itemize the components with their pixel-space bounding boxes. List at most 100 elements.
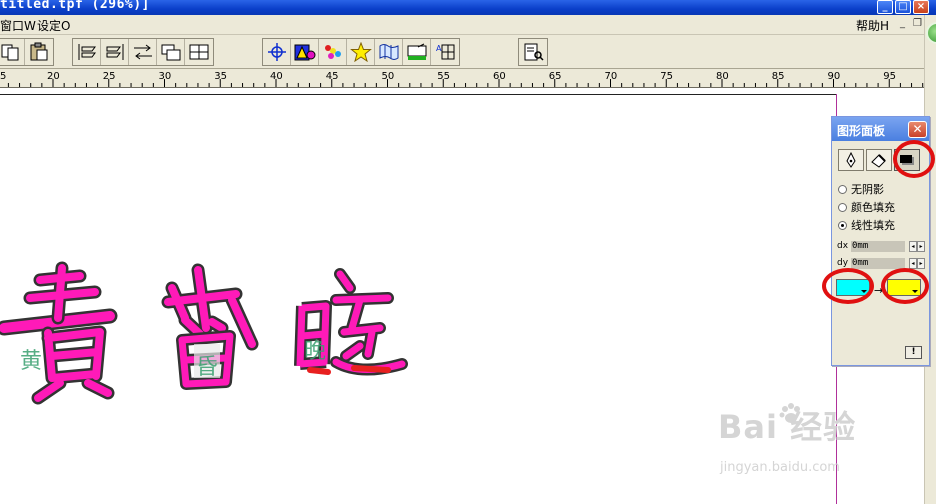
ruler-label: 55: [437, 71, 450, 82]
panel-title: 图形面板: [837, 124, 886, 138]
menu-window[interactable]: 窗口W: [0, 17, 36, 34]
eraser-icon: [871, 154, 886, 168]
star-button[interactable]: [347, 39, 375, 65]
align-left-button[interactable]: [73, 39, 101, 65]
color-blend-button[interactable]: [319, 39, 347, 65]
dx-decrement-icon[interactable]: ◂: [909, 241, 917, 252]
highlight-shadow-tab: [893, 140, 935, 178]
layer-order-button[interactable]: [157, 39, 185, 65]
dy-decrement-icon[interactable]: ◂: [909, 258, 917, 269]
dy-label: dy: [837, 258, 849, 268]
minimize-button[interactable]: _: [877, 0, 893, 14]
align-left-icon: [78, 44, 96, 60]
text-grid-icon: A: [436, 44, 455, 60]
svg-text:A: A: [436, 44, 442, 53]
dx-increment-icon[interactable]: ▸: [917, 241, 925, 252]
dx-field[interactable]: 0mm: [851, 241, 905, 252]
dx-label: dx: [837, 241, 849, 251]
mdi-minimize-icon[interactable]: _: [896, 18, 909, 31]
art-char-3[interactable]: 晚: [294, 268, 408, 376]
menubar: 窗口W 设定O 帮助H _ ❐: [0, 15, 936, 35]
canvas-artwork[interactable]: 黄 昏 晚: [0, 258, 420, 408]
art-char-2[interactable]: 昏: [161, 263, 259, 390]
preview-icon: [524, 43, 544, 61]
toolbar-group-view: [518, 38, 548, 66]
panel-close-button[interactable]: ✕: [908, 121, 927, 138]
shape-panel-titlebar[interactable]: 图形面板 ✕: [832, 117, 929, 141]
toolbar-group-tools: A: [262, 38, 460, 66]
ruler-label: 90: [828, 71, 841, 82]
art-char-1-label: 黄: [20, 349, 42, 374]
preview-button[interactable]: [519, 39, 547, 65]
paste-button[interactable]: [25, 39, 53, 65]
mdi-restore-icon[interactable]: ❐: [911, 18, 924, 31]
map-wave-button[interactable]: [375, 39, 403, 65]
ruler-label: 85: [772, 71, 785, 82]
ruler-label: 50: [382, 71, 395, 82]
ruler-label: 45: [326, 71, 339, 82]
close-icon: ×: [916, 1, 926, 12]
close-button[interactable]: ×: [913, 0, 929, 14]
art-char-1[interactable]: 黄: [0, 261, 118, 405]
radio-color-fill-dot[interactable]: [838, 202, 847, 212]
ruler-label: 5: [0, 71, 6, 82]
window-title: titled.tpf (296%)]: [0, 0, 150, 12]
radio-linear-fill[interactable]: 线性填充: [838, 217, 895, 233]
dy-increment-icon[interactable]: ▸: [917, 258, 925, 269]
radio-linear-fill-dot[interactable]: [838, 220, 847, 230]
radio-no-shadow-label: 无阴影: [851, 183, 884, 196]
layer-order-icon: [161, 44, 180, 61]
ruler-label: 25: [103, 71, 116, 82]
distribute-icon: [133, 44, 152, 60]
ruler-label: 95: [883, 71, 896, 82]
copy-icon: [1, 44, 18, 61]
art-char-2-label: 昏: [196, 355, 218, 380]
group-button[interactable]: [185, 39, 213, 65]
sign-icon: [407, 43, 426, 60]
map-wave-icon: [379, 44, 398, 60]
ruler-label: 30: [159, 71, 172, 82]
maximize-button[interactable]: □: [895, 0, 911, 14]
panel-info-button[interactable]: !: [905, 346, 922, 359]
radio-no-shadow[interactable]: 无阴影: [838, 181, 884, 197]
radio-linear-fill-label: 线性填充: [851, 219, 895, 232]
star-icon: [349, 42, 372, 62]
radio-color-fill[interactable]: 颜色填充: [838, 199, 895, 215]
radio-color-fill-label: 颜色填充: [851, 201, 895, 214]
horizontal-ruler[interactable]: 5 20 25 30 35 40 45 50 55 60 65 70 75 80 85 90 95: [0, 69, 936, 88]
shape-fill-button[interactable]: [291, 39, 319, 65]
menu-settings[interactable]: 设定O: [37, 17, 70, 34]
highlight-end-color: [881, 268, 929, 304]
ruler-label: 60: [493, 71, 506, 82]
align-right-icon: [106, 44, 123, 60]
crosshair-move-icon: [267, 43, 286, 61]
toolbar-group-arrange: [72, 38, 214, 66]
copy-button[interactable]: [0, 39, 25, 65]
watermark-url: jingyan.baidu.com: [720, 460, 840, 475]
distribute-button[interactable]: [129, 39, 157, 65]
ruler-scale: 5 20 25 30 35 40 45 50 55 60 65 70 75 80 85 90 95: [0, 71, 935, 87]
align-right-button[interactable]: [101, 39, 129, 65]
close-icon: ✕: [912, 122, 923, 136]
baidu-watermark: Bai 经验 jingyan.baidu.com: [718, 402, 856, 475]
menu-help[interactable]: 帮助H: [856, 17, 889, 34]
minimize-icon: _: [882, 1, 888, 12]
ruler-label: 40: [270, 71, 283, 82]
dy-field[interactable]: 0mm: [851, 258, 905, 269]
color-blend-icon: [324, 45, 341, 59]
dx-row: dx 0mm ◂ ▸: [837, 241, 925, 253]
paw-icon: [779, 403, 800, 423]
pen-icon: [846, 152, 856, 168]
sign-button[interactable]: [403, 39, 431, 65]
radio-no-shadow-dot[interactable]: [838, 184, 847, 194]
move-tool-button[interactable]: [263, 39, 291, 65]
tab-eraser[interactable]: [866, 149, 892, 171]
paste-icon: [30, 42, 48, 61]
toolbar: A: [0, 35, 936, 69]
tab-pen[interactable]: [838, 149, 864, 171]
shape-fill-icon: [294, 44, 315, 61]
group-icon: [189, 44, 209, 60]
ruler-label: 35: [214, 71, 227, 82]
toolbar-group-clipboard: [0, 38, 54, 66]
text-grid-button[interactable]: A: [431, 39, 459, 65]
